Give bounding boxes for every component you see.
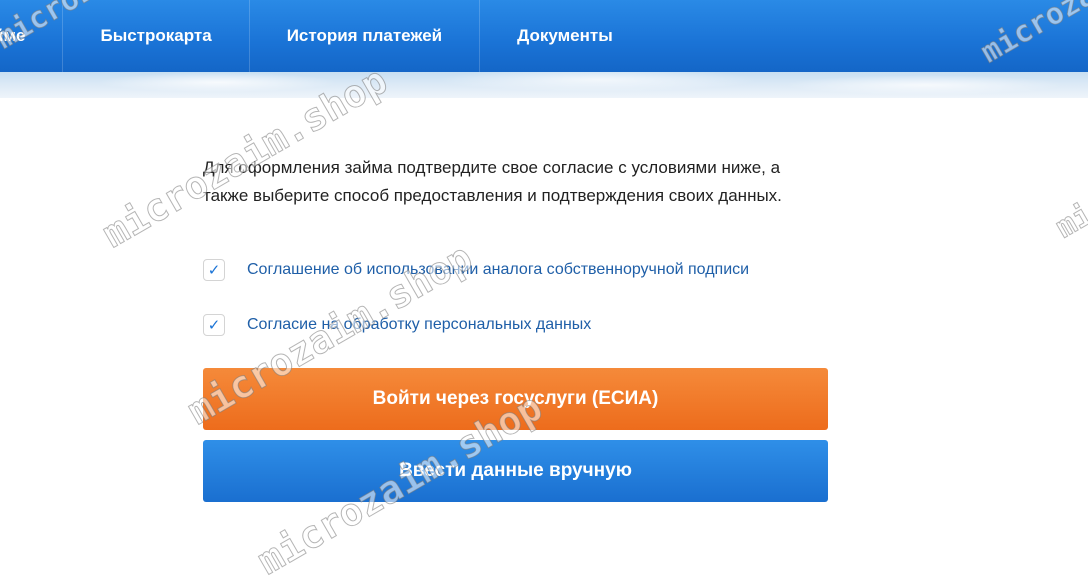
consent-personal-data[interactable]: ✓ Согласие на обработку персональных дан… [203,314,591,336]
checkbox-personal-data[interactable]: ✓ [203,314,225,336]
header-banner-strip [0,72,1088,98]
top-navigation: йме Быстрокарта История платежей Докумен… [0,0,1088,72]
manual-entry-button[interactable]: Ввести данные вручную [203,440,828,502]
intro-text: Для оформления займа подтвердите свое со… [203,158,782,205]
gosuslugi-login-button[interactable]: Войти через госуслуги (ЕСИА) [203,368,828,430]
check-icon: ✓ [207,262,221,279]
check-icon: ✓ [207,317,221,334]
consent-personal-data-label[interactable]: Согласие на обработку персональных данны… [247,316,591,334]
watermark: microzaim.shop [1050,88,1088,246]
nav-item-bystrokarta[interactable]: Быстрокарта [63,0,250,72]
nav-item-loan[interactable]: йме [0,0,64,72]
checkbox-signature[interactable]: ✓ [203,259,225,281]
consent-signature-label[interactable]: Соглашение об использовании аналога собс… [247,261,749,279]
consent-signature[interactable]: ✓ Соглашение об использовании аналога со… [203,259,749,281]
nav-item-documents[interactable]: Документы [480,0,650,72]
nav-item-payment-history[interactable]: История платежей [250,0,481,72]
